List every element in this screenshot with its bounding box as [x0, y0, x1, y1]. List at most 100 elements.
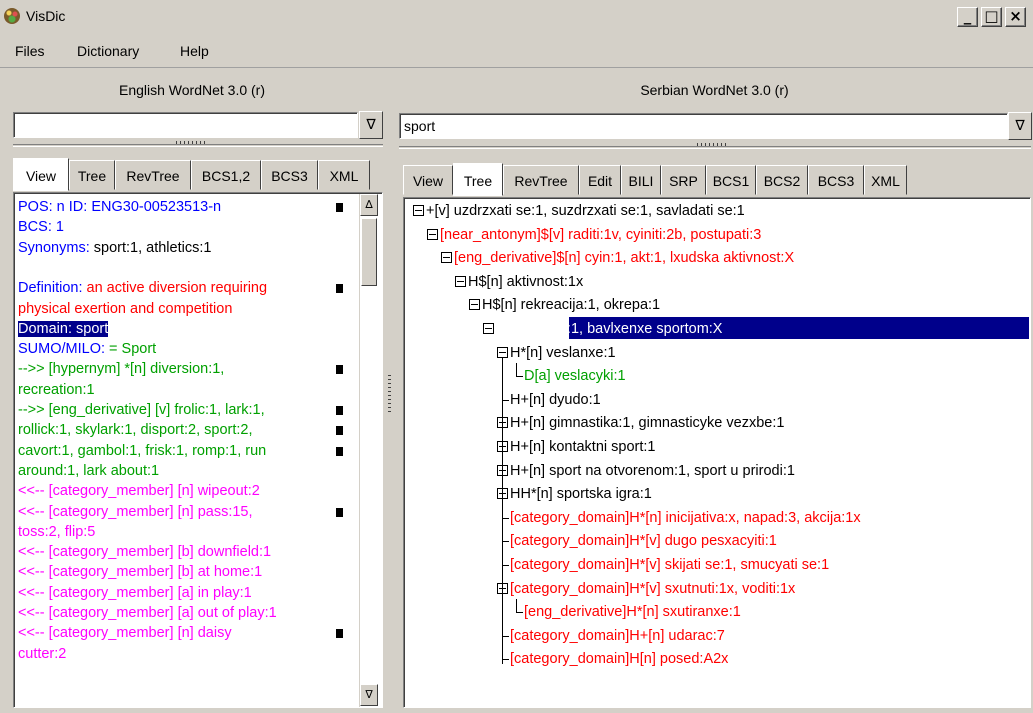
collapse-icon[interactable]	[497, 346, 508, 358]
synset-line[interactable]: -->> [hypernym] *[n] diversion:1,	[18, 359, 224, 380]
tree-node[interactable]: H+[n] dyudo:1	[510, 389, 601, 411]
left-dropdown-button[interactable]: ∇	[359, 111, 383, 139]
right-tab-bcs2[interactable]: BCS2	[756, 165, 808, 195]
tree-node[interactable]: [category_domain]H*[v] dugo pesxacyiti:1	[510, 530, 777, 552]
close-button[interactable]: ×	[1005, 7, 1026, 27]
left-tab-revtree[interactable]: RevTree	[115, 160, 191, 190]
right-splitter[interactable]	[399, 146, 1031, 149]
right-tab-srp[interactable]: SRP	[661, 165, 706, 195]
synset-line[interactable]: <<-- [category_member] [a] in play:1	[18, 583, 252, 604]
tree-node[interactable]: H+[n] kontaktni sport:1	[510, 436, 655, 458]
right-tab-bcs1[interactable]: BCS1	[706, 165, 756, 195]
tree-node[interactable]: [category_domain]H*[v] skijati se:1, smu…	[510, 554, 829, 576]
collapse-icon[interactable]	[469, 299, 480, 311]
menu-dictionary[interactable]: Dictionary	[77, 43, 139, 59]
collapse-icon[interactable]	[441, 252, 452, 264]
scroll-up-button[interactable]: ∆	[360, 194, 378, 216]
synset-line[interactable]: POS: n ID: ENG30-00523513-n	[18, 197, 221, 218]
tree-node[interactable]: H*[n] veslanxe:1	[510, 342, 616, 364]
synset-line[interactable]: -->> [eng_derivative] [v] frolic:1, lark…	[18, 400, 265, 421]
tree-node[interactable]: [eng_derivative]H*[n] sxutiranxe:1	[524, 601, 741, 623]
collapse-icon[interactable]	[455, 275, 466, 287]
link-marker-icon[interactable]	[336, 406, 343, 415]
right-tab-xml[interactable]: XML	[864, 165, 907, 195]
synset-line[interactable]: <<-- [category_member] [n] pass:15,	[18, 502, 253, 523]
title-bar: VisDic _ □ ×	[0, 0, 1033, 34]
vertical-splitter[interactable]	[384, 145, 396, 710]
right-dropdown-button[interactable]: ∇	[1008, 112, 1032, 140]
collapse-icon[interactable]	[413, 205, 424, 216]
left-splitter[interactable]	[13, 144, 383, 147]
synset-line[interactable]: toss:2, flip:5	[18, 522, 95, 543]
link-marker-icon[interactable]	[336, 284, 343, 294]
tree-node[interactable]: [near_antonym]$[v] raditi:1v, cyiniti:2b…	[440, 224, 761, 246]
synset-line[interactable]: <<-- [category_member] [b] downfield:1	[18, 542, 271, 563]
right-tab-bcs3[interactable]: BCS3	[808, 165, 864, 195]
tree-node[interactable]: [eng_derivative]$[n] cyin:1, akt:1, lxud…	[454, 247, 794, 269]
maximize-button[interactable]: □	[981, 7, 1002, 27]
left-splitter-grip[interactable]	[176, 141, 206, 144]
right-search-value: sport	[404, 118, 436, 134]
menu-files[interactable]: Files	[15, 43, 45, 59]
right-tab-view[interactable]: View	[403, 165, 453, 195]
tree-node[interactable]: +[v] uzdrzxati se:1, suzdrzxati se:1, sa…	[426, 200, 745, 222]
right-splitter-grip[interactable]	[697, 143, 727, 146]
synset-line[interactable]: <<-- [category_member] [a] out of play:1	[18, 603, 277, 624]
synset-line[interactable]: cutter:2	[18, 644, 66, 665]
synset-line[interactable]: Definition: an active diversion requirin…	[18, 278, 267, 299]
synset-text: SUMO/MILO:	[18, 341, 110, 358]
tree-node[interactable]: [category_domain]H*[v] sxutnuti:1x, vodi…	[510, 578, 795, 600]
synset-line[interactable]: <<-- [category_member] [n] daisy	[18, 623, 232, 644]
synset-text: <<-- [category_member] [b] at home:1	[18, 564, 263, 581]
minimize-button[interactable]: _	[957, 7, 978, 27]
link-marker-icon[interactable]	[336, 203, 343, 212]
synset-line[interactable]: rollick:1, skylark:1, disport:2, sport:2…	[18, 420, 253, 441]
right-search-input[interactable]: sport	[399, 113, 1008, 139]
collapse-icon[interactable]	[483, 323, 494, 334]
tree-connector	[516, 599, 517, 613]
right-tab-bili[interactable]: BILI	[621, 165, 661, 195]
right-tab-revtree[interactable]: RevTree	[503, 165, 579, 195]
left-tab-view[interactable]: View	[13, 158, 69, 191]
tree-node[interactable]: H+[n] gimnastika:1, gimnasticyke vezxbe:…	[510, 412, 784, 434]
synset-line[interactable]: cavort:1, gambol:1, frisk:1, romp:1, run	[18, 441, 266, 462]
link-marker-icon[interactable]	[336, 426, 343, 436]
tree-node[interactable]: D[a] veslacyki:1	[524, 365, 626, 387]
tree-node[interactable]: H$[n] aktivnost:1x	[468, 271, 583, 293]
tree-node[interactable]: [category_domain]H[n] posed:A2x	[510, 648, 728, 670]
menu-bar: Files Dictionary Help	[0, 34, 1033, 68]
scroll-thumb[interactable]	[361, 218, 377, 286]
synset-line[interactable]: recreation:1	[18, 380, 95, 401]
menu-help[interactable]: Help	[180, 43, 209, 59]
link-marker-icon[interactable]	[336, 446, 343, 456]
synset-line[interactable]: SUMO/MILO: = Sport	[18, 339, 156, 360]
link-marker-icon[interactable]	[336, 365, 343, 375]
left-tab-bcs12[interactable]: BCS1,2	[191, 160, 261, 190]
tree-node[interactable]: H+[n] sport na otvorenom:1, sport u prir…	[510, 460, 795, 482]
left-search-input[interactable]	[13, 112, 358, 138]
synset-text: an active diversion requiring	[86, 280, 268, 297]
synset-line[interactable]: Domain: sport	[18, 319, 109, 340]
tree-node-selected[interactable]: H$[n] sport:1, bavlxenxe sportom:X	[496, 318, 722, 340]
tree-node[interactable]: [category_domain]H*[n] inicijativa:x, na…	[510, 507, 861, 529]
left-tab-xml[interactable]: XML	[318, 160, 370, 190]
synset-line[interactable]: <<-- [category_member] [n] wipeout:2	[18, 481, 260, 502]
synset-line[interactable]: around:1, lark about:1	[18, 461, 159, 482]
left-tab-bcs3[interactable]: BCS3	[261, 160, 318, 190]
left-tab-tree[interactable]: Tree	[69, 160, 115, 190]
right-tab-tree[interactable]: Tree	[453, 163, 503, 196]
synset-line[interactable]: BCS: 1	[18, 217, 64, 238]
synset-line[interactable]: Synonyms: sport:1, athletics:1	[18, 238, 211, 259]
right-tab-edit[interactable]: Edit	[579, 165, 621, 195]
tree-node[interactable]: H$[n] rekreacija:1, okrepa:1	[482, 294, 660, 316]
vertical-splitter-grip[interactable]	[388, 375, 391, 415]
link-marker-icon[interactable]	[336, 507, 343, 517]
synset-line[interactable]: <<-- [category_member] [b] at home:1	[18, 562, 262, 583]
link-marker-icon[interactable]	[336, 629, 343, 639]
tree-node[interactable]: [category_domain]H+[n] udarac:7	[510, 625, 725, 647]
collapse-icon[interactable]	[427, 228, 438, 240]
tree-node[interactable]: HH*[n] sportska igra:1	[510, 483, 652, 505]
synset-line[interactable]: physical exertion and competition	[18, 299, 232, 320]
left-scrollbar[interactable]: ∆ ∇	[359, 194, 378, 707]
scroll-down-button[interactable]: ∇	[360, 684, 378, 706]
